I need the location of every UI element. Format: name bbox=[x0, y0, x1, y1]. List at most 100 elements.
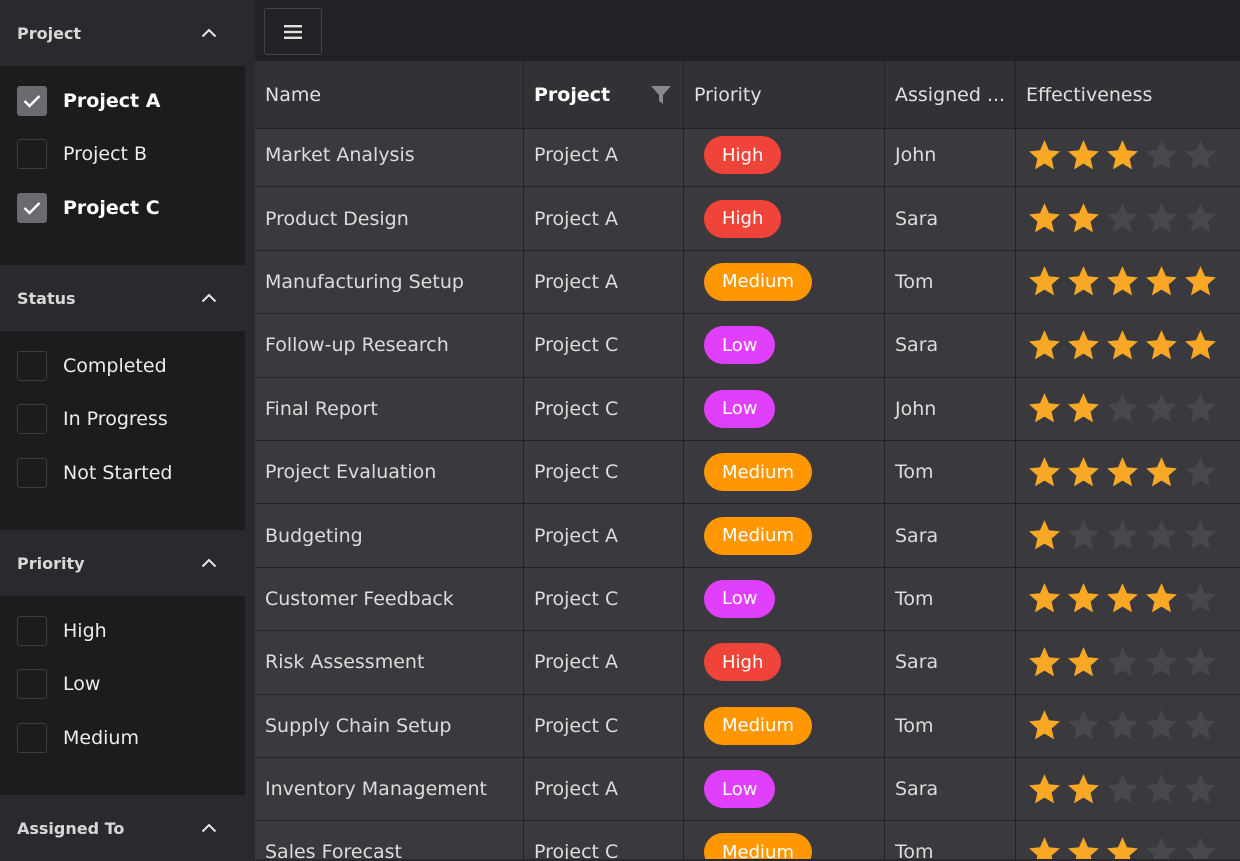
star-icon[interactable] bbox=[1065, 263, 1102, 300]
star-icon[interactable] bbox=[1182, 200, 1219, 237]
star-rating[interactable] bbox=[1026, 580, 1219, 617]
chevron-up-icon[interactable] bbox=[201, 293, 217, 303]
filter-option[interactable]: Medium bbox=[0, 711, 245, 765]
star-icon[interactable] bbox=[1026, 771, 1063, 808]
star-icon[interactable] bbox=[1026, 707, 1063, 744]
star-icon[interactable] bbox=[1104, 644, 1141, 681]
filter-option[interactable]: Project B bbox=[0, 128, 245, 182]
star-icon[interactable] bbox=[1065, 454, 1102, 491]
checkbox[interactable] bbox=[17, 669, 47, 700]
table-row[interactable]: Project Evaluation Project C Medium Tom bbox=[255, 440, 1240, 505]
star-icon[interactable] bbox=[1026, 454, 1063, 491]
star-icon[interactable] bbox=[1104, 327, 1141, 364]
star-icon[interactable] bbox=[1104, 771, 1141, 808]
star-icon[interactable] bbox=[1104, 454, 1141, 491]
star-rating[interactable] bbox=[1026, 263, 1219, 300]
filter-group-header[interactable]: Project bbox=[0, 0, 245, 66]
star-icon[interactable] bbox=[1143, 454, 1180, 491]
star-icon[interactable] bbox=[1104, 580, 1141, 617]
star-icon[interactable] bbox=[1143, 390, 1180, 427]
checkbox[interactable] bbox=[17, 457, 47, 488]
star-icon[interactable] bbox=[1182, 454, 1219, 491]
filter-option[interactable]: High bbox=[0, 604, 245, 658]
star-icon[interactable] bbox=[1143, 263, 1180, 300]
column-header-assigned[interactable]: Assigned ... bbox=[885, 61, 1016, 128]
star-rating[interactable] bbox=[1026, 707, 1219, 744]
checkbox[interactable] bbox=[17, 350, 47, 381]
star-icon[interactable] bbox=[1026, 580, 1063, 617]
filter-option[interactable]: Not Started bbox=[0, 446, 245, 500]
checkbox[interactable] bbox=[17, 192, 47, 223]
checkbox[interactable] bbox=[17, 85, 47, 116]
filter-option[interactable]: Low bbox=[0, 658, 245, 712]
filter-option[interactable]: Project A bbox=[0, 74, 245, 128]
star-icon[interactable] bbox=[1143, 834, 1180, 859]
star-icon[interactable] bbox=[1026, 834, 1063, 859]
star-icon[interactable] bbox=[1065, 390, 1102, 427]
table-row[interactable]: Manufacturing Setup Project A Medium Tom bbox=[255, 250, 1240, 315]
table-row[interactable]: Risk Assessment Project A High Sara bbox=[255, 631, 1240, 695]
star-icon[interactable] bbox=[1065, 200, 1102, 237]
checkbox[interactable] bbox=[17, 139, 47, 170]
table-row[interactable]: Follow-up Research Project C Low Sara bbox=[255, 314, 1240, 378]
table-row[interactable]: Supply Chain Setup Project C Medium Tom bbox=[255, 694, 1240, 758]
star-icon[interactable] bbox=[1143, 137, 1180, 174]
star-icon[interactable] bbox=[1026, 200, 1063, 237]
table-row[interactable]: Sales Forecast Project C Medium Tom bbox=[255, 821, 1240, 859]
star-icon[interactable] bbox=[1065, 644, 1102, 681]
star-icon[interactable] bbox=[1143, 200, 1180, 237]
star-icon[interactable] bbox=[1065, 580, 1102, 617]
star-icon[interactable] bbox=[1065, 137, 1102, 174]
checkbox[interactable] bbox=[17, 404, 47, 435]
star-icon[interactable] bbox=[1182, 327, 1219, 364]
star-icon[interactable] bbox=[1182, 771, 1219, 808]
star-icon[interactable] bbox=[1026, 137, 1063, 174]
star-rating[interactable] bbox=[1026, 517, 1219, 554]
menu-button[interactable] bbox=[264, 8, 322, 55]
table-row[interactable]: Final Report Project C Low John bbox=[255, 377, 1240, 441]
filter-option[interactable]: Completed bbox=[0, 339, 245, 393]
star-icon[interactable] bbox=[1182, 137, 1219, 174]
star-icon[interactable] bbox=[1104, 517, 1141, 554]
star-icon[interactable] bbox=[1182, 834, 1219, 859]
filter-option[interactable]: Project C bbox=[0, 181, 245, 235]
star-icon[interactable] bbox=[1143, 771, 1180, 808]
checkbox[interactable] bbox=[17, 722, 47, 753]
star-icon[interactable] bbox=[1065, 707, 1102, 744]
star-icon[interactable] bbox=[1143, 580, 1180, 617]
checkbox[interactable] bbox=[17, 615, 47, 646]
star-rating[interactable] bbox=[1026, 834, 1219, 859]
star-icon[interactable] bbox=[1182, 263, 1219, 300]
star-icon[interactable] bbox=[1026, 390, 1063, 427]
table-row[interactable]: Customer Feedback Project C Low Tom bbox=[255, 567, 1240, 632]
star-rating[interactable] bbox=[1026, 200, 1219, 237]
star-icon[interactable] bbox=[1182, 644, 1219, 681]
column-header-name[interactable]: Name bbox=[255, 61, 524, 128]
star-icon[interactable] bbox=[1065, 834, 1102, 859]
star-icon[interactable] bbox=[1065, 771, 1102, 808]
star-rating[interactable] bbox=[1026, 327, 1219, 364]
star-icon[interactable] bbox=[1104, 200, 1141, 237]
star-icon[interactable] bbox=[1143, 517, 1180, 554]
star-rating[interactable] bbox=[1026, 644, 1219, 681]
filter-group-header[interactable]: Status bbox=[0, 265, 245, 331]
star-icon[interactable] bbox=[1065, 327, 1102, 364]
star-icon[interactable] bbox=[1104, 137, 1141, 174]
star-icon[interactable] bbox=[1104, 707, 1141, 744]
star-icon[interactable] bbox=[1143, 644, 1180, 681]
table-row[interactable]: Budgeting Project A Medium Sara bbox=[255, 504, 1240, 568]
star-icon[interactable] bbox=[1026, 517, 1063, 554]
filter-icon[interactable] bbox=[651, 85, 671, 104]
star-icon[interactable] bbox=[1182, 390, 1219, 427]
star-icon[interactable] bbox=[1143, 707, 1180, 744]
star-rating[interactable] bbox=[1026, 771, 1219, 808]
chevron-up-icon[interactable] bbox=[201, 823, 217, 833]
column-header-effectiveness[interactable]: Effectiveness bbox=[1016, 61, 1240, 128]
star-icon[interactable] bbox=[1104, 834, 1141, 859]
column-header-priority[interactable]: Priority bbox=[684, 61, 885, 128]
star-icon[interactable] bbox=[1026, 644, 1063, 681]
column-header-project[interactable]: Project bbox=[524, 61, 684, 128]
star-icon[interactable] bbox=[1182, 517, 1219, 554]
table-row[interactable]: Inventory Management Project A Low Sara bbox=[255, 757, 1240, 822]
star-icon[interactable] bbox=[1104, 390, 1141, 427]
